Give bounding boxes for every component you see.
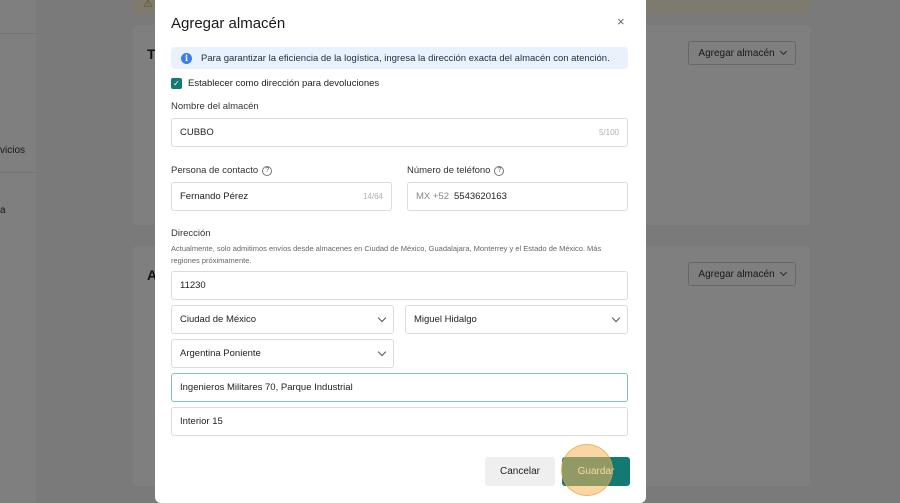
address-label: Dirección (171, 228, 211, 239)
contact-label-text: Persona de contacto (171, 165, 259, 176)
warehouse-name-counter: 5/100 (598, 128, 619, 137)
warehouse-name-label-text: Nombre del almacén (171, 101, 259, 112)
state-select[interactable]: Ciudad de México (171, 305, 394, 334)
info-banner: i Para garantizar la eficiencia de la lo… (171, 47, 628, 69)
postal-code-value: 11230 (180, 280, 206, 291)
chevron-down-icon (377, 313, 387, 323)
chevron-down-icon (377, 347, 387, 357)
checkbox-checked-icon[interactable]: ✓ (171, 78, 182, 89)
address-label-text: Dirección (171, 228, 211, 239)
contact-input[interactable]: Fernando Pérez 14/64 (171, 182, 392, 211)
contact-counter: 14/64 (362, 192, 383, 201)
neighborhood-value: Argentina Poniente (180, 348, 261, 359)
state-value: Ciudad de México (180, 314, 257, 325)
contact-value: Fernando Pérez (180, 191, 249, 202)
street-value: Ingenieros Militares 70, Parque Industri… (180, 382, 353, 393)
municipality-value: Miguel Hidalgo (414, 314, 477, 325)
phone-label-text: Número de teléfono (407, 165, 491, 176)
returns-address-checkbox-row[interactable]: ✓ Establecer como dirección para devoluc… (171, 78, 379, 89)
phone-label: Número de teléfono ? (407, 165, 505, 176)
warehouse-name-label: Nombre del almacén (171, 101, 259, 112)
info-icon: i (181, 52, 192, 64)
warehouse-name-value: CUBBO (180, 127, 214, 138)
interior-input[interactable]: Interior 15 (171, 407, 628, 436)
help-icon[interactable]: ? (494, 165, 505, 176)
info-text: Para garantizar la eficiencia de la logí… (201, 52, 610, 64)
interior-value: Interior 15 (180, 416, 223, 427)
postal-code-input[interactable]: 11230 (171, 271, 628, 300)
street-input[interactable]: Ingenieros Militares 70, Parque Industri… (171, 373, 628, 402)
help-icon[interactable]: ? (262, 165, 273, 176)
phone-prefix[interactable]: MX +52 (416, 191, 449, 202)
modal-title: Agregar almacén (171, 15, 286, 32)
address-hint: Actualmente, solo admitimos envíos desde… (171, 244, 602, 265)
contact-label: Persona de contacto ? (171, 165, 273, 176)
municipality-select[interactable]: Miguel Hidalgo (405, 305, 628, 334)
close-icon[interactable]: × (617, 14, 625, 29)
save-button[interactable]: Guardar (562, 457, 630, 486)
chevron-down-icon (611, 313, 621, 323)
add-warehouse-modal: Agregar almacén × i Para garantizar la e… (155, 0, 646, 503)
warehouse-name-input[interactable]: CUBBO 5/100 (171, 118, 628, 147)
returns-address-label: Establecer como dirección para devolucio… (188, 78, 380, 89)
cancel-button[interactable]: Cancelar (485, 457, 555, 486)
phone-value: 5543620163 (454, 191, 507, 202)
neighborhood-select[interactable]: Argentina Poniente (171, 339, 394, 368)
phone-input[interactable]: MX +52 5543620163 (407, 182, 628, 211)
